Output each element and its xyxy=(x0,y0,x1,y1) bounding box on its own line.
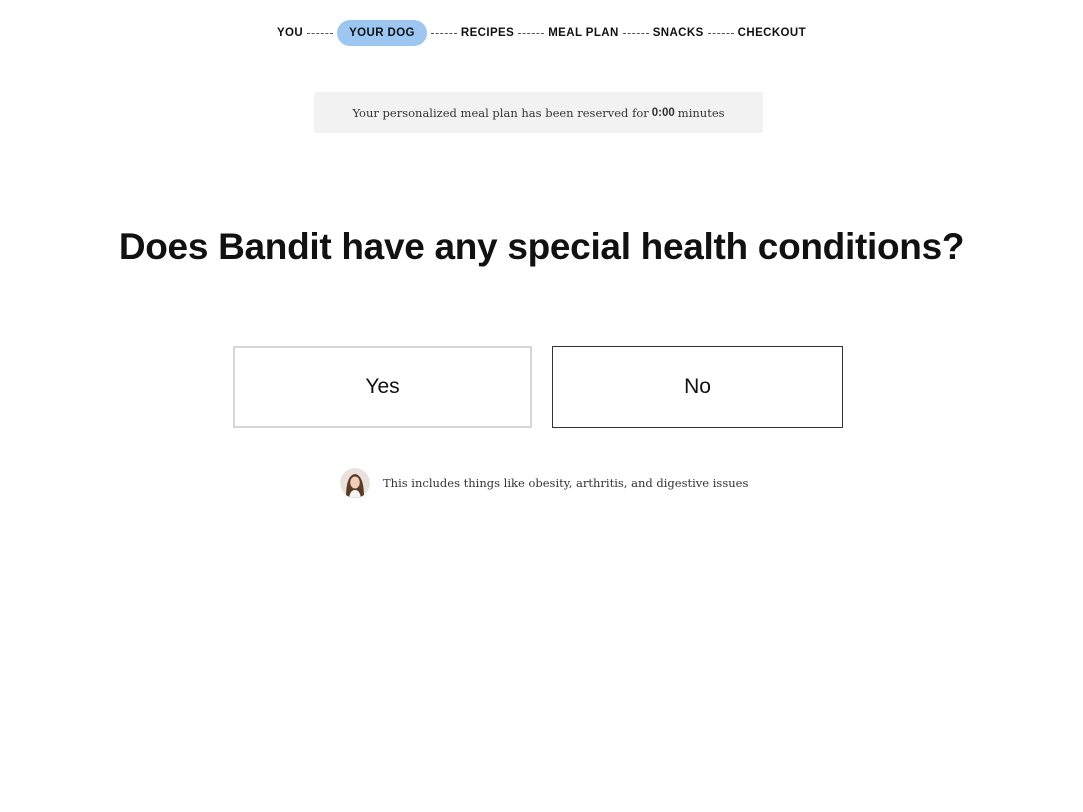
step-divider xyxy=(307,32,334,34)
step-you[interactable]: YOU xyxy=(277,21,303,45)
reservation-timer-banner: Your personalized meal plan has been res… xyxy=(314,92,763,133)
step-divider xyxy=(518,32,545,34)
step-checkout[interactable]: CHECKOUT xyxy=(738,21,806,45)
advisor-avatar-icon xyxy=(340,468,370,498)
timer-countdown: 0:00 xyxy=(651,106,675,119)
step-divider xyxy=(622,32,649,34)
progress-stepper: YOU YOUR DOG RECIPES MEAL PLAN SNACKS CH… xyxy=(0,20,1083,46)
step-divider xyxy=(430,32,457,34)
step-recipes[interactable]: RECIPES xyxy=(461,21,514,45)
step-snacks[interactable]: SNACKS xyxy=(653,21,704,45)
yes-button[interactable]: Yes xyxy=(233,346,532,428)
step-your-dog[interactable]: YOUR DOG xyxy=(337,20,427,46)
hint-text: This includes things like obesity, arthr… xyxy=(383,476,749,490)
timer-prefix: Your personalized meal plan has been res… xyxy=(352,105,649,120)
step-divider xyxy=(707,32,734,34)
step-meal-plan[interactable]: MEAL PLAN xyxy=(548,21,618,45)
no-button[interactable]: No xyxy=(552,346,843,428)
question-title: Does Bandit have any special health cond… xyxy=(118,226,965,267)
timer-suffix: minutes xyxy=(677,105,725,120)
hint-row: This includes things like obesity, arthr… xyxy=(340,468,748,498)
